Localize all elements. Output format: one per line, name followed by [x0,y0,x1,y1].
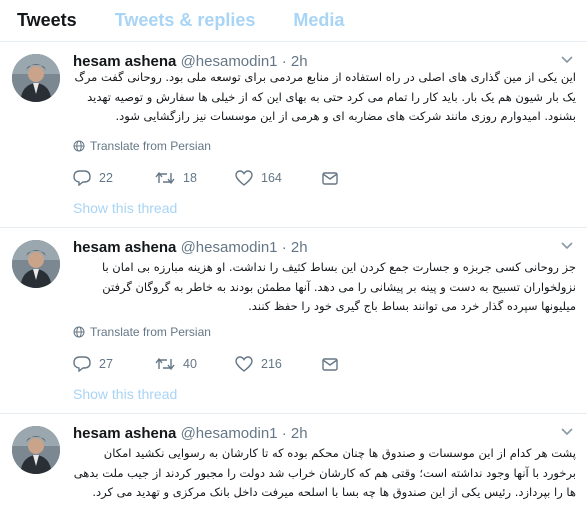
dm-button[interactable] [322,357,338,371]
tweet-text: جز روحانی کسی جربزه و جسارت جمع کردن این… [101,260,576,314]
avatar-photo [12,240,60,288]
author-handle[interactable]: @hesamodin1 [181,239,278,256]
tweet-text: پشت هر کدام از این موسسات و صندوق ها چنا… [73,446,576,500]
like-button[interactable]: 216 [235,356,322,372]
retweet-count: 18 [183,171,197,185]
reply-button[interactable]: 22 [73,170,155,186]
reply-button[interactable]: 27 [73,356,155,372]
timestamp[interactable]: 2h [291,239,308,256]
translate-link[interactable]: Translate from Persian [73,325,211,339]
avatar[interactable] [12,426,60,474]
globe-icon [73,140,85,152]
like-button[interactable]: 164 [235,170,322,186]
avatar-photo [12,426,60,474]
tweet-actions: 27 40 216 [73,354,338,374]
reply-icon [73,356,91,372]
dm-button[interactable] [322,171,338,185]
retweet-icon [155,357,175,371]
heart-icon [235,170,253,186]
like-count: 164 [261,171,282,185]
globe-icon [73,326,85,338]
timestamp[interactable]: 2h [291,425,308,442]
tweet-actions: 22 18 164 [73,168,338,188]
translate-link[interactable]: Translate from Persian [73,139,211,153]
envelope-icon [322,357,338,371]
translate-label: Translate from Persian [90,139,211,153]
retweet-icon [155,171,175,185]
show-thread-link[interactable]: Show this thread [73,200,177,216]
retweet-button[interactable]: 40 [155,356,235,372]
like-count: 216 [261,357,282,371]
separator: · [281,239,287,256]
reply-icon [73,170,91,186]
retweet-count: 40 [183,357,197,371]
tweet[interactable]: hesam ashena @hesamodin1 · 2h این یکی از… [0,42,587,228]
tab-media[interactable]: Media [293,10,344,31]
chevron-down-icon[interactable] [561,242,573,250]
retweet-button[interactable]: 18 [155,170,235,186]
avatar-photo [12,54,60,102]
separator: · [281,425,287,442]
translate-label: Translate from Persian [90,325,211,339]
tweet-header: hesam ashena @hesamodin1 · 2h [73,239,308,256]
heart-icon [235,356,253,372]
tab-tweets-replies[interactable]: Tweets & replies [115,10,256,31]
chevron-down-icon[interactable] [561,56,573,64]
reply-count: 27 [99,357,113,371]
tweet[interactable]: hesam ashena @hesamodin1 · 2h پشت هر کدا… [0,414,587,505]
chevron-down-icon[interactable] [561,428,573,436]
tweet-text: این یکی از مین گذاری های اصلی در راه است… [74,70,576,124]
show-thread-link[interactable]: Show this thread [73,386,177,402]
avatar[interactable] [12,240,60,288]
profile-tabs: Tweets Tweets & replies Media [0,0,587,42]
tweet[interactable]: hesam ashena @hesamodin1 · 2h جز روحانی … [0,228,587,414]
author-name[interactable]: hesam ashena [73,425,176,442]
tab-tweets[interactable]: Tweets [17,10,77,31]
author-handle[interactable]: @hesamodin1 [181,425,278,442]
avatar[interactable] [12,54,60,102]
author-name[interactable]: hesam ashena [73,239,176,256]
envelope-icon [322,171,338,185]
tweet-header: hesam ashena @hesamodin1 · 2h [73,425,308,442]
reply-count: 22 [99,171,113,185]
